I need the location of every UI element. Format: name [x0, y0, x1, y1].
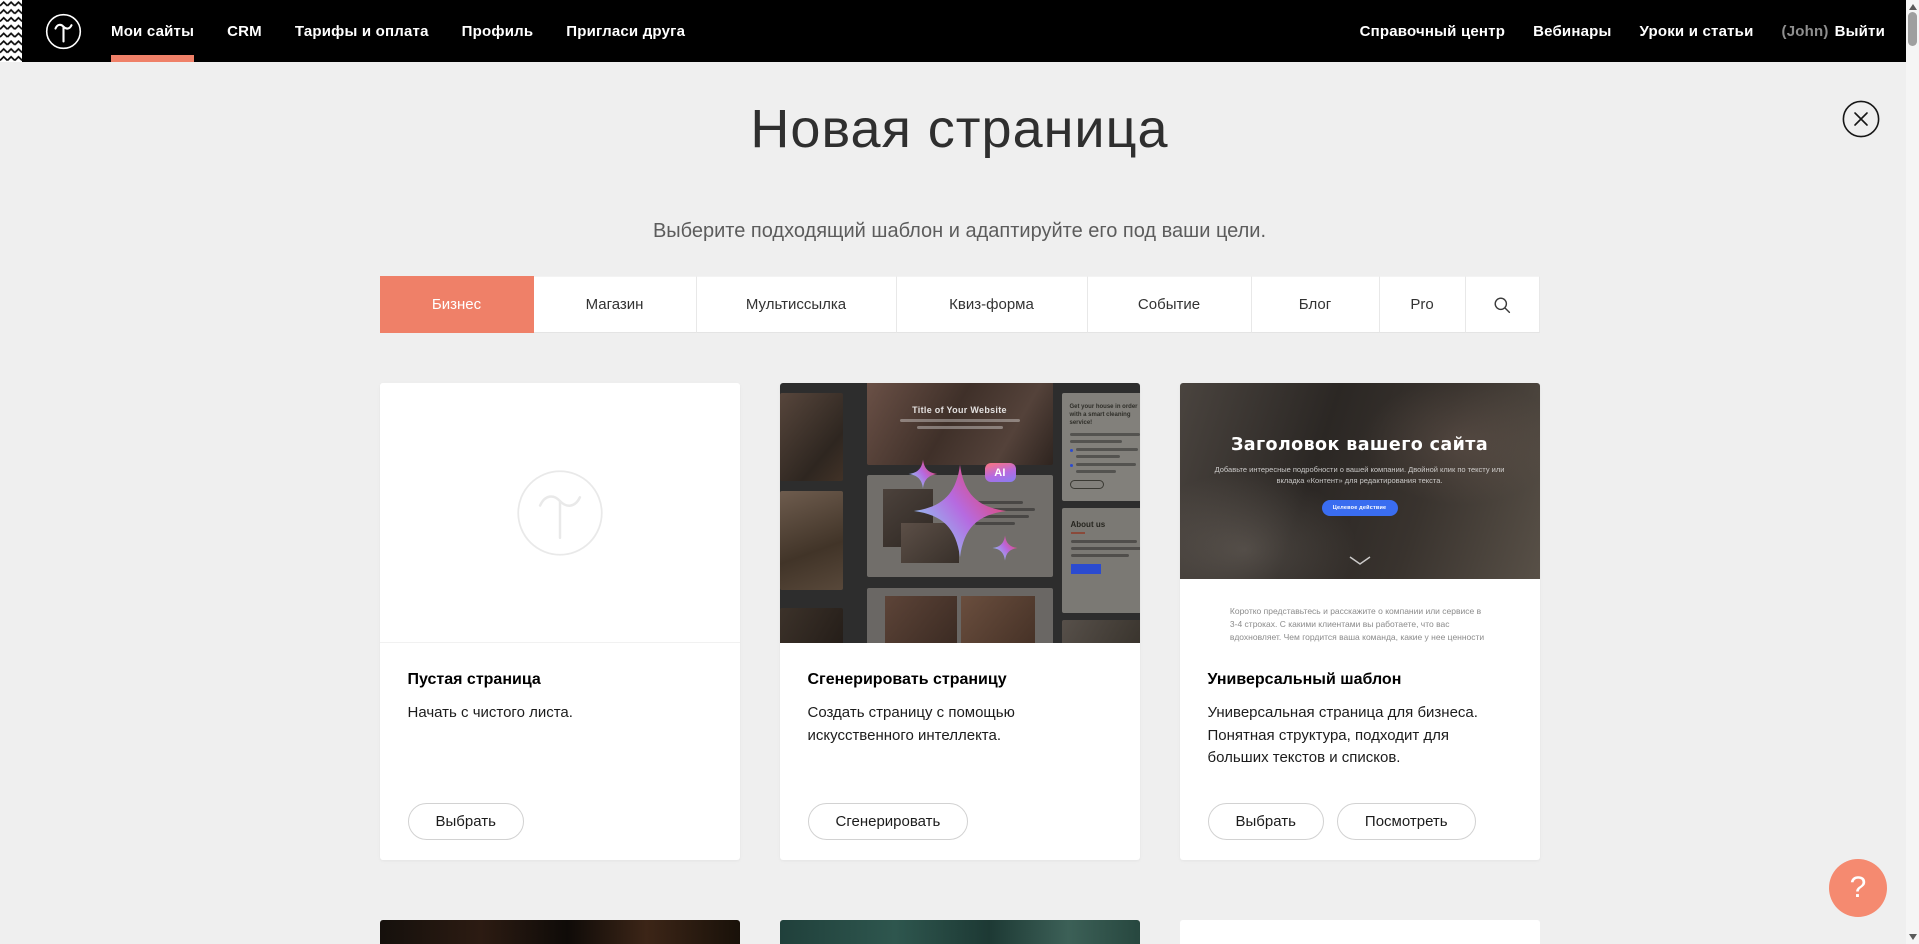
template-card-partial[interactable]	[1180, 920, 1540, 944]
tilda-logo-icon[interactable]	[45, 13, 82, 50]
navbar-right-menu: Справочный центр Вебинары Уроки и статьи…	[1332, 0, 1885, 62]
generate-button[interactable]: Сгенерировать	[808, 803, 969, 840]
template-cards-row-2	[380, 920, 1540, 944]
preview-cta-button: Целевое действие	[1322, 500, 1398, 516]
tilda-watermark-icon	[514, 467, 606, 559]
magnifier-icon	[1493, 296, 1511, 314]
nav-item-lessons[interactable]: Уроки и статьи	[1640, 0, 1754, 62]
logout-label: Выйти	[1835, 23, 1885, 40]
template-card-blank: Пустая страница Начать с чистого листа. …	[380, 383, 740, 860]
tab-business[interactable]: Бизнес	[380, 276, 534, 333]
choose-button[interactable]: Выбрать	[1208, 803, 1324, 840]
preview-hero-subtitle: Добавьте интересные подробности о вашей …	[1212, 464, 1507, 487]
ai-badge: AI	[985, 463, 1016, 482]
nav-item-invite-friend[interactable]: Пригласи друга	[566, 0, 685, 62]
close-button[interactable]	[1842, 100, 1880, 138]
scrollbar-thumb[interactable]	[1908, 12, 1917, 46]
ai-preview[interactable]: Title of Your Website	[780, 383, 1140, 643]
tab-blog[interactable]: Блог	[1252, 276, 1380, 333]
view-button[interactable]: Посмотреть	[1337, 803, 1476, 840]
card-description: Создать страницу с помощью искусственног…	[808, 702, 1088, 747]
card-description: Начать с чистого листа.	[408, 702, 688, 725]
tab-pro[interactable]: Pro	[1380, 276, 1466, 333]
card-info: Пустая страница Начать с чистого листа. …	[380, 643, 740, 860]
preview-hero-title: Заголовок вашего сайта	[1180, 383, 1540, 455]
template-cards-row: Пустая страница Начать с чистого листа. …	[380, 383, 1540, 860]
card-title: Универсальный шаблон	[1208, 671, 1512, 689]
nav-item-my-sites[interactable]: Мои сайты	[111, 0, 194, 62]
nav-item-logout[interactable]: (John) Выйти	[1782, 0, 1885, 62]
new-page-dialog: Новая страница Выберите подходящий шабло…	[380, 0, 1540, 944]
card-description: Универсальная страница для бизнеса. Поня…	[1208, 702, 1488, 770]
preview-body: Коротко представьтесь и расскажите о ком…	[1180, 579, 1540, 643]
close-icon	[1842, 100, 1880, 138]
navbar-left-menu: Мои сайты CRM Тарифы и оплата Профиль Пр…	[111, 0, 718, 62]
preview-body-text: Коротко представьтесь и расскажите о ком…	[1230, 605, 1489, 643]
page-subtitle: Выберите подходящий шаблон и адаптируйте…	[380, 220, 1540, 243]
choose-button[interactable]: Выбрать	[408, 803, 524, 840]
scroll-up-icon	[1909, 4, 1917, 10]
username-label: (John)	[1782, 23, 1829, 40]
nav-item-crm[interactable]: CRM	[227, 0, 262, 62]
nav-item-profile[interactable]: Профиль	[462, 0, 534, 62]
template-card-universal: Заголовок вашего сайта Добавьте интересн…	[1180, 383, 1540, 860]
card-title: Сгенерировать страницу	[808, 671, 1112, 689]
nav-item-plans[interactable]: Тарифы и оплата	[295, 0, 429, 62]
ai-sparkles-icon	[780, 383, 1140, 643]
template-category-tabs: Бизнес Магазин Мультиссылка Квиз-форма С…	[380, 276, 1540, 333]
template-card-ai: Title of Your Website	[780, 383, 1140, 860]
help-button[interactable]: ?	[1829, 859, 1887, 917]
template-card-partial[interactable]	[780, 920, 1140, 944]
vertical-scrollbar[interactable]	[1906, 0, 1919, 944]
template-card-partial[interactable]	[380, 920, 740, 944]
nav-item-help-center[interactable]: Справочный центр	[1360, 0, 1506, 62]
tab-event[interactable]: Событие	[1088, 276, 1252, 333]
universal-preview[interactable]: Заголовок вашего сайта Добавьте интересн…	[1180, 383, 1540, 643]
scroll-down-icon	[1909, 934, 1917, 940]
zigzag-decoration	[0, 0, 22, 62]
chevron-down-icon	[1349, 553, 1371, 571]
preview-hero: Заголовок вашего сайта Добавьте интересн…	[1180, 383, 1540, 579]
blank-preview[interactable]	[380, 383, 740, 643]
nav-item-webinars[interactable]: Вебинары	[1533, 0, 1611, 62]
card-title: Пустая страница	[408, 671, 712, 689]
tab-store[interactable]: Магазин	[534, 276, 697, 333]
card-info: Универсальный шаблон Универсальная стран…	[1180, 643, 1540, 860]
tab-search[interactable]	[1466, 276, 1540, 333]
top-navbar: Мои сайты CRM Тарифы и оплата Профиль Пр…	[0, 0, 1906, 62]
card-info: Сгенерировать страницу Создать страницу …	[780, 643, 1140, 860]
page-title: Новая страница	[380, 98, 1540, 160]
tab-quiz-form[interactable]: Квиз-форма	[897, 276, 1088, 333]
tab-multilink[interactable]: Мультиссылка	[697, 276, 897, 333]
